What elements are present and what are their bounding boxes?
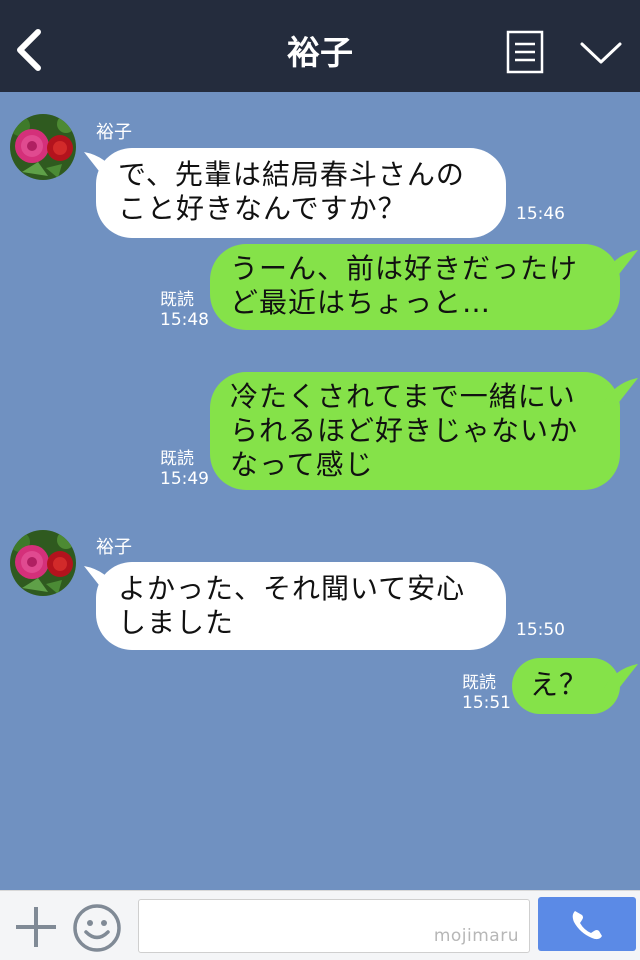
chat-header: 裕子 [0, 0, 640, 92]
avatar[interactable] [10, 114, 76, 180]
document-list-icon [506, 30, 544, 74]
message-bubble[interactable]: よかった、それ聞いて安心 しました [96, 562, 506, 650]
rose-avatar-icon [10, 530, 76, 596]
input-bar: mojimaru [0, 890, 640, 960]
message-line: え？ [530, 668, 589, 701]
bubble-tail [604, 250, 638, 278]
read-receipt: 既読 [160, 449, 194, 469]
sender-name: 裕子 [96, 122, 132, 143]
dropdown-button[interactable] [578, 38, 624, 68]
message-bubble[interactable]: 冷たくされてまで一緒にい られるほど好きじゃないか なって感じ [210, 372, 620, 490]
message-time: 15:51 [462, 693, 511, 713]
message-line: なって感じ [230, 448, 374, 481]
chat-area[interactable]: 裕子 で、先輩は結局春斗さんの こと好きなんですか？ 15:46 既読 15:4… [0, 92, 640, 890]
message-time: 15:46 [516, 204, 565, 224]
chevron-down-icon [580, 42, 622, 64]
message-line: られるほど好きじゃないか [230, 414, 579, 447]
plus-icon [16, 907, 56, 947]
sender-name: 裕子 [96, 537, 132, 558]
message-line: で、先輩は結局春斗さんの [118, 158, 465, 191]
avatar[interactable] [10, 530, 76, 596]
message-time: 15:48 [160, 310, 209, 330]
message-line: しました [118, 606, 235, 639]
message-time: 15:50 [516, 620, 565, 640]
message-line: 冷たくされてまで一緒にい [230, 380, 576, 413]
menu-button[interactable] [506, 30, 544, 74]
read-receipt: 既読 [160, 290, 194, 310]
message-input[interactable]: mojimaru [138, 899, 530, 953]
smiley-icon [73, 904, 121, 952]
chat-title: 裕子 [287, 33, 353, 72]
message-bubble[interactable]: うーん、前は好きだったけ ど最近はちょっと… [210, 244, 620, 330]
rose-avatar-icon [10, 114, 76, 180]
watermark: mojimaru [433, 926, 519, 946]
bubble-tail [604, 664, 638, 692]
message-line: よかった、それ聞いて安心 [118, 572, 466, 605]
phone-icon [572, 911, 602, 940]
emoji-button[interactable] [72, 903, 122, 953]
message-line: ど最近はちょっと… [230, 286, 492, 319]
call-button[interactable] [538, 897, 636, 951]
bubble-tail [604, 378, 638, 406]
message-time: 15:49 [160, 469, 209, 489]
read-receipt: 既読 [462, 673, 496, 693]
add-button[interactable] [14, 905, 58, 949]
message-line: うーん、前は好きだったけ [230, 252, 579, 285]
message-line: こと好きなんですか？ [118, 192, 407, 225]
message-bubble[interactable]: で、先輩は結局春斗さんの こと好きなんですか？ [96, 148, 506, 238]
